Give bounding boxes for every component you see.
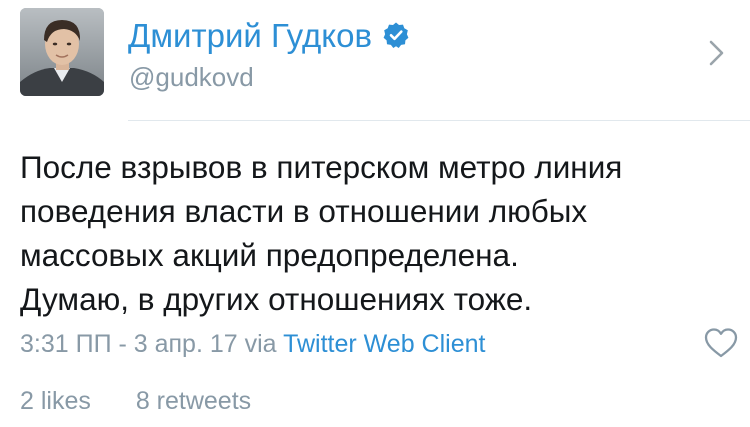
- heart-outline-icon[interactable]: [703, 326, 739, 360]
- chevron-right-icon[interactable]: [703, 38, 729, 68]
- retweets-count[interactable]: 8 retweets: [136, 387, 251, 415]
- via-label: via: [244, 330, 277, 358]
- header-divider: [128, 120, 750, 121]
- tweet-text-line: После взрывов в питерском метро линия: [20, 149, 623, 185]
- avatar[interactable]: [20, 8, 104, 96]
- verified-badge-icon: [382, 21, 410, 49]
- tweet-text-line: поведения власти в отношении любых: [20, 193, 588, 229]
- display-name[interactable]: Дмитрий Гудков: [128, 19, 372, 52]
- tweet-stats: 2 likes 8 retweets: [20, 386, 251, 416]
- likes-count[interactable]: 2 likes: [20, 387, 91, 415]
- author-handle[interactable]: @gudkovd: [129, 64, 254, 90]
- author-header: Дмитрий Гудков: [128, 12, 410, 58]
- avatar-photo: [20, 8, 104, 96]
- tweet-timestamp[interactable]: 3:31 ПП - 3 апр. 17: [20, 330, 238, 358]
- client-link[interactable]: Twitter Web Client: [283, 330, 485, 358]
- tweet-meta: 3:31 ПП - 3 апр. 17 via Twitter Web Clie…: [20, 329, 485, 359]
- tweet-text-line: массовых акций предопределена.: [20, 237, 519, 273]
- tweet-text-line: Думаю, в других отношениях тоже.: [20, 281, 533, 317]
- tweet-text: После взрывов в питерском метро линия по…: [20, 145, 735, 321]
